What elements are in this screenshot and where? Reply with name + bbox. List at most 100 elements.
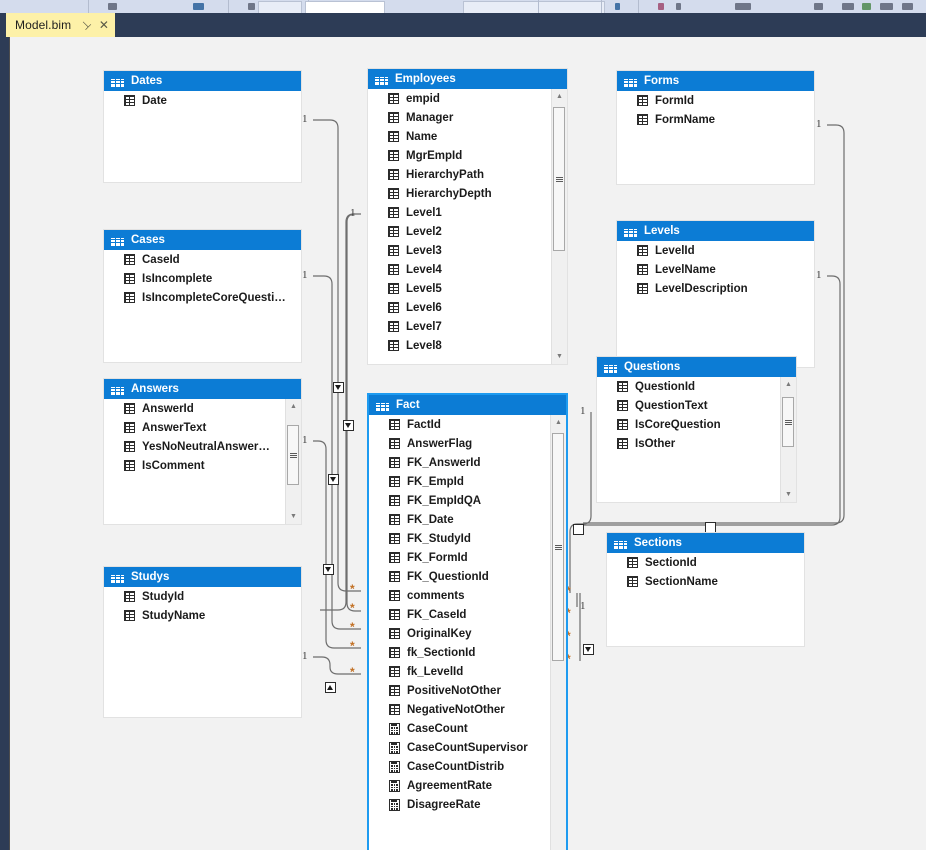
field-row[interactable]: SectionName: [607, 572, 804, 591]
table-card-studys[interactable]: Studys StudyId StudyName: [103, 566, 302, 718]
field-row[interactable]: FK_Date: [369, 510, 566, 529]
field-row[interactable]: FactId: [369, 415, 566, 434]
scroll-thumb[interactable]: [552, 433, 564, 661]
table-card-employees[interactable]: Employees empid Manager Name MgrEmpId Hierarc…: [367, 68, 568, 365]
field-row[interactable]: FK_StudyId: [369, 529, 566, 548]
relationship-line[interactable]: [569, 412, 592, 593]
filter-direction-icon[interactable]: [323, 564, 334, 575]
table-card-answers[interactable]: Answers AnswerId AnswerText YesNoNeutralAns…: [103, 378, 302, 525]
filter-direction-icon[interactable]: [583, 644, 594, 655]
table-card-sections[interactable]: Sections SectionId SectionName: [606, 532, 805, 647]
scroll-down-icon[interactable]: ▼: [781, 487, 796, 502]
field-row[interactable]: Level4: [368, 260, 567, 279]
field-row[interactable]: Level8: [368, 336, 567, 355]
field-row[interactable]: Level1: [368, 203, 567, 222]
toolbar-icon[interactable]: [658, 3, 664, 10]
scrollbar[interactable]: ▲▼: [285, 399, 301, 524]
field-row[interactable]: AnswerId: [104, 399, 301, 418]
table-card-questions[interactable]: Questions QuestionId QuestionText IsCoreQue…: [596, 356, 797, 503]
field-row[interactable]: StudyName: [104, 606, 301, 625]
field-row[interactable]: OriginalKey: [369, 624, 566, 643]
scrollbar[interactable]: ▲▼: [551, 89, 567, 364]
scroll-down-icon[interactable]: ▼: [286, 509, 301, 524]
toolbar-icon[interactable]: [842, 3, 854, 10]
scroll-up-icon[interactable]: ▲: [552, 89, 567, 104]
relationship-line[interactable]: [346, 213, 361, 612]
toolbar-icon[interactable]: [862, 3, 871, 10]
scrollbar[interactable]: ▲▼: [780, 377, 796, 502]
table-header[interactable]: Dates: [104, 71, 301, 91]
scroll-thumb[interactable]: [553, 107, 565, 251]
pin-icon[interactable]: ⊣: [78, 17, 93, 32]
field-row[interactable]: HierarchyDepth: [368, 184, 567, 203]
toolbar-icon[interactable]: [880, 3, 893, 10]
field-row[interactable]: Level6: [368, 298, 567, 317]
filter-direction-icon[interactable]: [333, 382, 344, 393]
field-row[interactable]: FormId: [617, 91, 814, 110]
toolbar-icon[interactable]: [615, 3, 620, 10]
toolbar-icon[interactable]: [814, 3, 823, 10]
field-row[interactable]: Name: [368, 127, 567, 146]
filter-direction-icon[interactable]: [573, 524, 584, 535]
table-header[interactable]: Cases: [104, 230, 301, 250]
field-row[interactable]: empid: [368, 89, 567, 108]
field-row[interactable]: LevelDescription: [617, 279, 814, 298]
relationship-line[interactable]: [313, 656, 361, 675]
filter-direction-icon[interactable]: [328, 474, 339, 485]
table-header[interactable]: Studys: [104, 567, 301, 587]
field-row[interactable]: CaseCountSupervisor: [369, 738, 566, 757]
scroll-up-icon[interactable]: ▲: [781, 377, 796, 392]
field-row[interactable]: FK_EmpIdQA: [369, 491, 566, 510]
field-row[interactable]: IsOther: [597, 434, 796, 453]
table-header[interactable]: Employees: [368, 69, 567, 89]
field-row[interactable]: QuestionText: [597, 396, 796, 415]
field-row[interactable]: Level7: [368, 317, 567, 336]
field-row[interactable]: FK_FormId: [369, 548, 566, 567]
field-row[interactable]: IsIncompleteCoreQuesti…: [104, 288, 301, 307]
scrollbar[interactable]: ▲▼: [550, 415, 566, 850]
toolbar-icon[interactable]: [676, 3, 681, 10]
scroll-thumb[interactable]: [782, 397, 794, 447]
table-card-cases[interactable]: Cases CaseId IsIncomplete IsIncompleteCoreQ…: [103, 229, 302, 363]
table-card-dates[interactable]: Dates Date: [103, 70, 302, 183]
scroll-up-icon[interactable]: ▲: [286, 399, 301, 414]
field-row[interactable]: PositiveNotOther: [369, 681, 566, 700]
field-row[interactable]: comments: [369, 586, 566, 605]
field-row[interactable]: FormName: [617, 110, 814, 129]
filter-direction-icon[interactable]: [325, 682, 336, 693]
filter-direction-icon[interactable]: [343, 420, 354, 431]
relationship-line[interactable]: [313, 440, 361, 649]
tab-model-bim[interactable]: Model.bim ⊣ ✕: [6, 13, 115, 37]
toolbar-icon[interactable]: [902, 3, 913, 10]
field-row[interactable]: fk_SectionId: [369, 643, 566, 662]
field-row[interactable]: CaseCountDistrib: [369, 757, 566, 776]
field-row[interactable]: fk_LevelId: [369, 662, 566, 681]
toolbar-icon[interactable]: [108, 3, 117, 10]
scroll-up-icon[interactable]: ▲: [551, 415, 566, 430]
field-row[interactable]: IsIncomplete: [104, 269, 301, 288]
close-icon[interactable]: ✕: [99, 19, 109, 31]
field-row[interactable]: LevelId: [617, 241, 814, 260]
table-header[interactable]: Sections: [607, 533, 804, 553]
field-row[interactable]: Level2: [368, 222, 567, 241]
toolbar[interactable]: [0, 0, 926, 14]
field-row[interactable]: DisagreeRate: [369, 795, 566, 814]
field-row[interactable]: NegativeNotOther: [369, 700, 566, 719]
field-row[interactable]: QuestionId: [597, 377, 796, 396]
table-card-fact[interactable]: Fact FactId AnswerFlag FK_AnswerId FK_EmpId F…: [367, 393, 568, 850]
field-row[interactable]: IsComment: [104, 456, 301, 475]
field-row[interactable]: SectionId: [607, 553, 804, 572]
field-row[interactable]: Manager: [368, 108, 567, 127]
table-header[interactable]: Fact: [369, 395, 566, 415]
field-row[interactable]: FK_QuestionId: [369, 567, 566, 586]
table-header[interactable]: Answers: [104, 379, 301, 399]
field-row[interactable]: Level3: [368, 241, 567, 260]
field-row[interactable]: HierarchyPath: [368, 165, 567, 184]
relationship-line[interactable]: [313, 119, 361, 592]
field-row[interactable]: Level5: [368, 279, 567, 298]
field-row[interactable]: IsCoreQuestion: [597, 415, 796, 434]
scroll-down-icon[interactable]: ▼: [552, 349, 567, 364]
table-header[interactable]: Levels: [617, 221, 814, 241]
field-row[interactable]: CaseId: [104, 250, 301, 269]
table-card-forms[interactable]: Forms FormId FormName: [616, 70, 815, 185]
